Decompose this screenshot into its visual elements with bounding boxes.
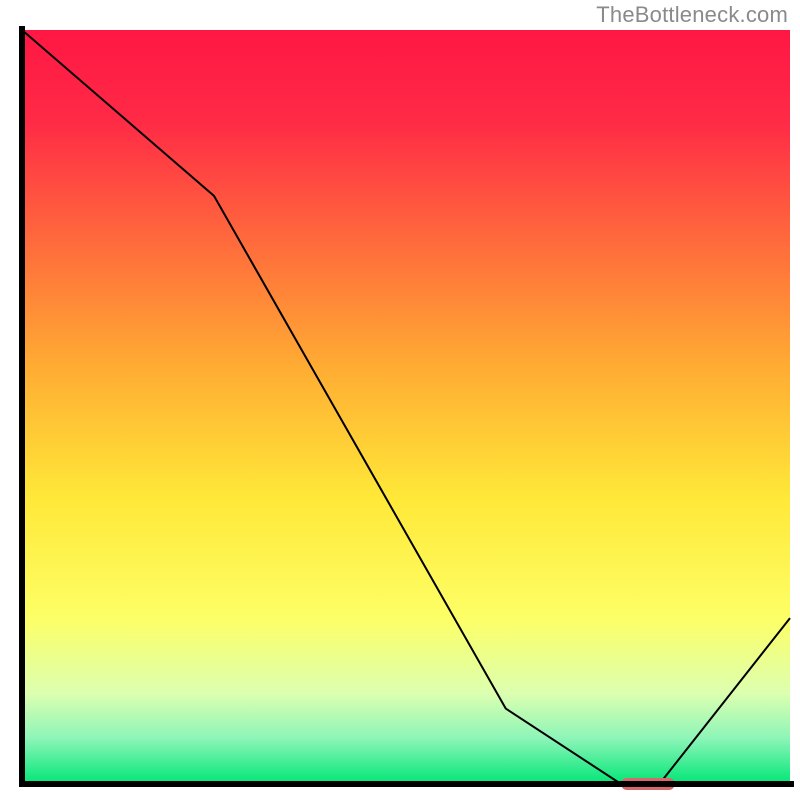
chart-container: TheBottleneck.com — [0, 0, 800, 800]
plot-background — [22, 30, 790, 784]
watermark-text: TheBottleneck.com — [596, 2, 788, 28]
bottleneck-chart — [0, 0, 800, 800]
